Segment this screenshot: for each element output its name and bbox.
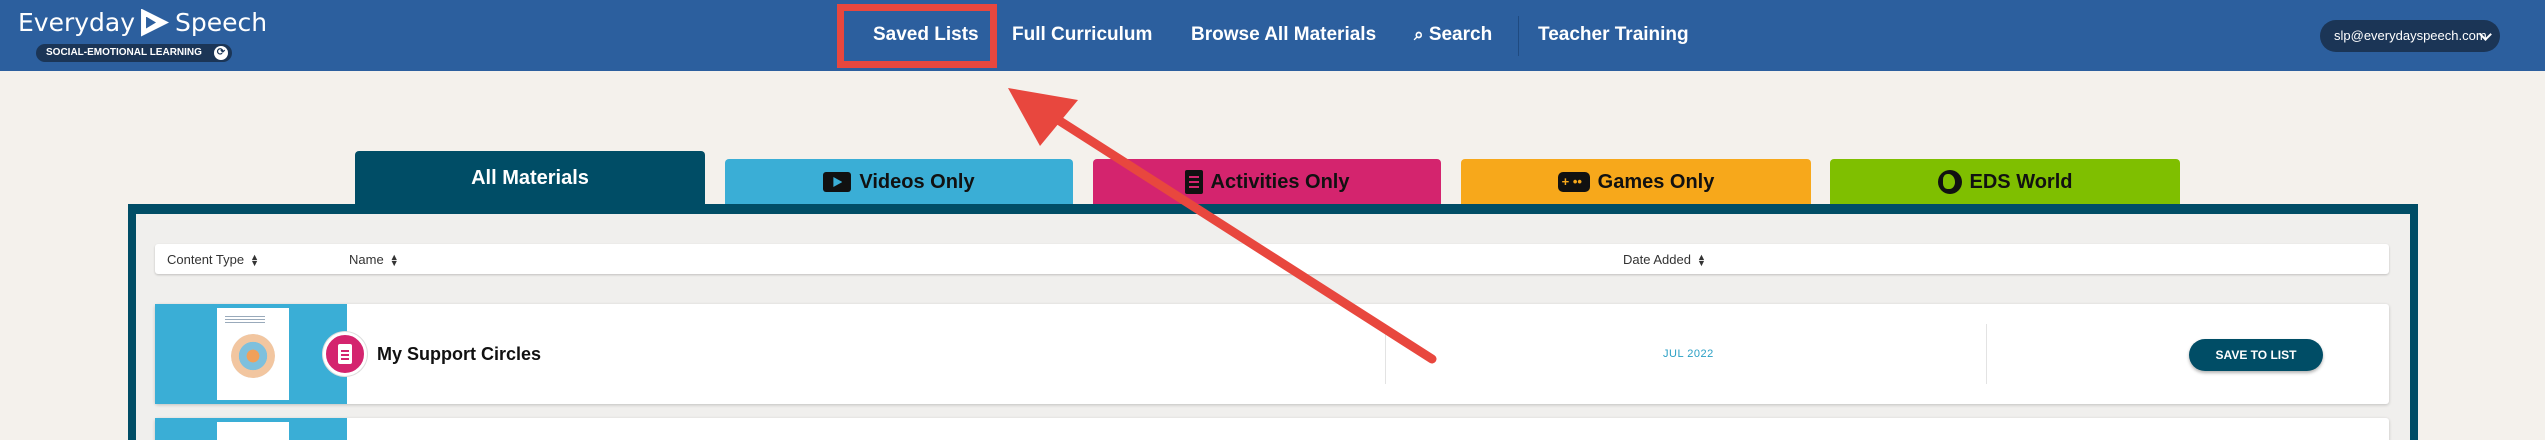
annotation-arrow (1008, 88, 1437, 364)
